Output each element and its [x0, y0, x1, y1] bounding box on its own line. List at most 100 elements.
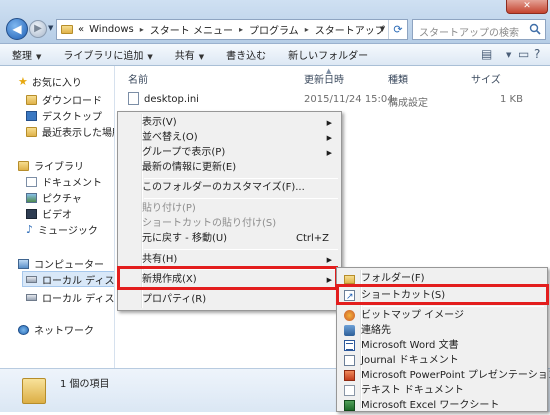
- nav-desktop[interactable]: デスクトップ: [26, 108, 102, 123]
- nav-label: ピクチャ: [42, 194, 82, 205]
- nav-network[interactable]: ネットワーク: [18, 322, 94, 337]
- chevron-right-icon: ▶: [326, 256, 332, 264]
- nav-libraries[interactable]: ライブラリ: [18, 158, 84, 173]
- breadcrumb-separator-icon[interactable]: ▸: [140, 25, 144, 34]
- menu-item-refresh[interactable]: 最新の情報に更新(E): [120, 159, 339, 177]
- nav-favorites[interactable]: ★ お気に入り: [18, 74, 82, 89]
- breadcrumb-programs[interactable]: プログラム: [249, 22, 299, 37]
- menu-label: グループで表示(P): [142, 147, 226, 158]
- menu-label: Microsoft PowerPoint プレゼンテーション: [361, 370, 550, 381]
- folder-icon: [22, 378, 46, 404]
- menu-label: このフォルダーのカスタマイズ(F)...: [142, 182, 305, 193]
- column-header-modified[interactable]: 更新日時: [304, 71, 344, 86]
- title-bar: ✕ ◀ ▶ ▼ « Windows ▸ スタート メニュー ▸ プログラム ▸ …: [0, 0, 550, 44]
- submenu-item-excel[interactable]: Microsoft Excel ワークシート: [339, 397, 545, 415]
- star-icon: ★: [18, 75, 28, 88]
- config-file-icon: [128, 92, 139, 105]
- nav-computer[interactable]: コンピューター: [18, 256, 104, 271]
- nav-label: デスクトップ: [42, 112, 102, 123]
- submenu-item-shortcut[interactable]: ショートカット(S): [339, 287, 545, 306]
- chevron-down-icon: ▼: [36, 53, 42, 61]
- file-type: 構成設定: [388, 98, 428, 109]
- back-button[interactable]: ◀: [6, 18, 28, 40]
- command-bar: 整理 ▼ ライブラリに追加 ▼ 共有 ▼ 書き込む 新しいフォルダー ▤ ▼ ▭ ?: [0, 44, 550, 66]
- burn-button[interactable]: 書き込む: [226, 47, 266, 62]
- nav-label: お気に入り: [31, 78, 82, 89]
- menu-label: ビットマップ イメージ: [361, 310, 464, 321]
- nav-recent-places[interactable]: 最近表示した場所: [26, 124, 114, 139]
- menu-item-customize-folder[interactable]: このフォルダーのカスタマイズ(F)...: [120, 179, 339, 197]
- menu-item-share[interactable]: 共有(H) ▶: [120, 251, 339, 269]
- menu-label: 貼り付け(P): [142, 203, 196, 214]
- help-icon[interactable]: ?: [534, 47, 540, 61]
- nav-pictures[interactable]: ピクチャ: [26, 190, 82, 205]
- new-submenu: フォルダー(F) ショートカット(S) ビットマップ イメージ 連絡先 Micr…: [336, 267, 550, 415]
- music-icon: ♪: [26, 223, 34, 236]
- menu-item-properties[interactable]: プロパティ(R): [120, 291, 339, 309]
- picture-icon: [26, 192, 37, 203]
- library-icon: [18, 160, 29, 171]
- column-header-type[interactable]: 種類: [388, 71, 408, 86]
- item-count: 1 個の項目: [60, 379, 110, 390]
- address-dropdown-icon[interactable]: ▼: [380, 25, 385, 33]
- shortcut-key: Ctrl+Z: [295, 233, 329, 244]
- close-window-button[interactable]: ✕: [506, 0, 548, 14]
- nav-label: ライブラリ: [34, 162, 84, 173]
- file-modified: 2015/11/24 15:04: [304, 94, 394, 105]
- chevron-down-icon[interactable]: ▼: [506, 51, 511, 59]
- excel-icon: [344, 400, 355, 411]
- breadcrumb-windows[interactable]: Windows: [89, 24, 134, 35]
- navigation-pane: ★ お気に入り ダウンロード デスクトップ 最近表示した場所 ライブラリ ドキュメ…: [0, 66, 115, 368]
- organize-button[interactable]: 整理 ▼: [12, 47, 41, 62]
- forward-arrow-icon: ▶: [34, 23, 42, 34]
- breadcrumb-separator-icon[interactable]: ▸: [305, 25, 309, 34]
- nav-label: コンピューター: [34, 260, 104, 271]
- file-name: desktop.ini: [144, 94, 199, 105]
- menu-label: テキスト ドキュメント: [361, 385, 464, 396]
- chevron-down-icon: ▼: [147, 53, 153, 61]
- nav-videos[interactable]: ビデオ: [26, 206, 72, 221]
- nav-label: ローカル ディスク (: [42, 294, 115, 305]
- nav-documents[interactable]: ドキュメント: [26, 174, 102, 189]
- search-input[interactable]: スタートアップの検索: [412, 19, 546, 40]
- word-document-icon: [344, 340, 355, 351]
- forward-button[interactable]: ▶: [29, 20, 47, 38]
- nav-music[interactable]: ♪ ミュージック: [26, 222, 98, 237]
- folder-icon: [61, 25, 73, 34]
- nav-local-disk-2[interactable]: ローカル ディスク (: [26, 290, 115, 305]
- downloads-folder-icon: [26, 94, 37, 105]
- disk-icon: [26, 275, 37, 283]
- breadcrumb-separator-icon[interactable]: ▸: [239, 25, 243, 34]
- powerpoint-icon: [344, 370, 355, 381]
- nav-downloads[interactable]: ダウンロード: [26, 92, 102, 107]
- breadcrumb-startup[interactable]: スタートアップ: [315, 22, 385, 37]
- share-button[interactable]: 共有 ▼: [175, 47, 204, 62]
- network-icon: [18, 324, 29, 335]
- menu-label: 新規作成(X): [142, 274, 197, 285]
- refresh-icon[interactable]: ⟳: [388, 20, 407, 39]
- menu-item-new[interactable]: 新規作成(X) ▶: [120, 271, 339, 289]
- recent-pages-dropdown[interactable]: ▼: [48, 24, 53, 32]
- table-row[interactable]: desktop.ini 2015/11/24 15:04 構成設定 1 KB: [116, 89, 550, 109]
- nav-label: ドキュメント: [42, 178, 102, 189]
- new-folder-button[interactable]: 新しいフォルダー: [288, 47, 368, 62]
- nav-local-disk-1[interactable]: ローカル ディスク (: [22, 271, 115, 287]
- include-library-label: ライブラリに追加: [63, 51, 144, 62]
- submenu-item-folder[interactable]: フォルダー(F): [339, 270, 545, 288]
- address-bar[interactable]: « Windows ▸ スタート メニュー ▸ プログラム ▸ スタートアップ …: [56, 19, 408, 40]
- column-header-size[interactable]: サイズ: [471, 71, 501, 86]
- include-in-library-button[interactable]: ライブラリに追加 ▼: [63, 47, 152, 62]
- breadcrumb-start-menu[interactable]: スタート メニュー: [150, 22, 233, 37]
- view-options-icon[interactable]: ▤: [481, 47, 492, 61]
- preview-pane-icon[interactable]: ▭: [518, 47, 529, 61]
- menu-label: Microsoft Word 文書: [361, 340, 459, 351]
- recent-places-icon: [26, 126, 37, 137]
- menu-item-undo-move[interactable]: 元に戻す - 移動(U) Ctrl+Z: [120, 230, 339, 248]
- share-label: 共有: [174, 51, 195, 62]
- nav-label: ローカル ディスク (: [42, 275, 115, 287]
- breadcrumb-overflow[interactable]: «: [78, 24, 84, 35]
- menu-separator: [144, 289, 338, 290]
- menu-label: 連絡先: [361, 325, 391, 336]
- video-icon: [26, 208, 37, 219]
- column-header-name[interactable]: 名前: [128, 71, 148, 86]
